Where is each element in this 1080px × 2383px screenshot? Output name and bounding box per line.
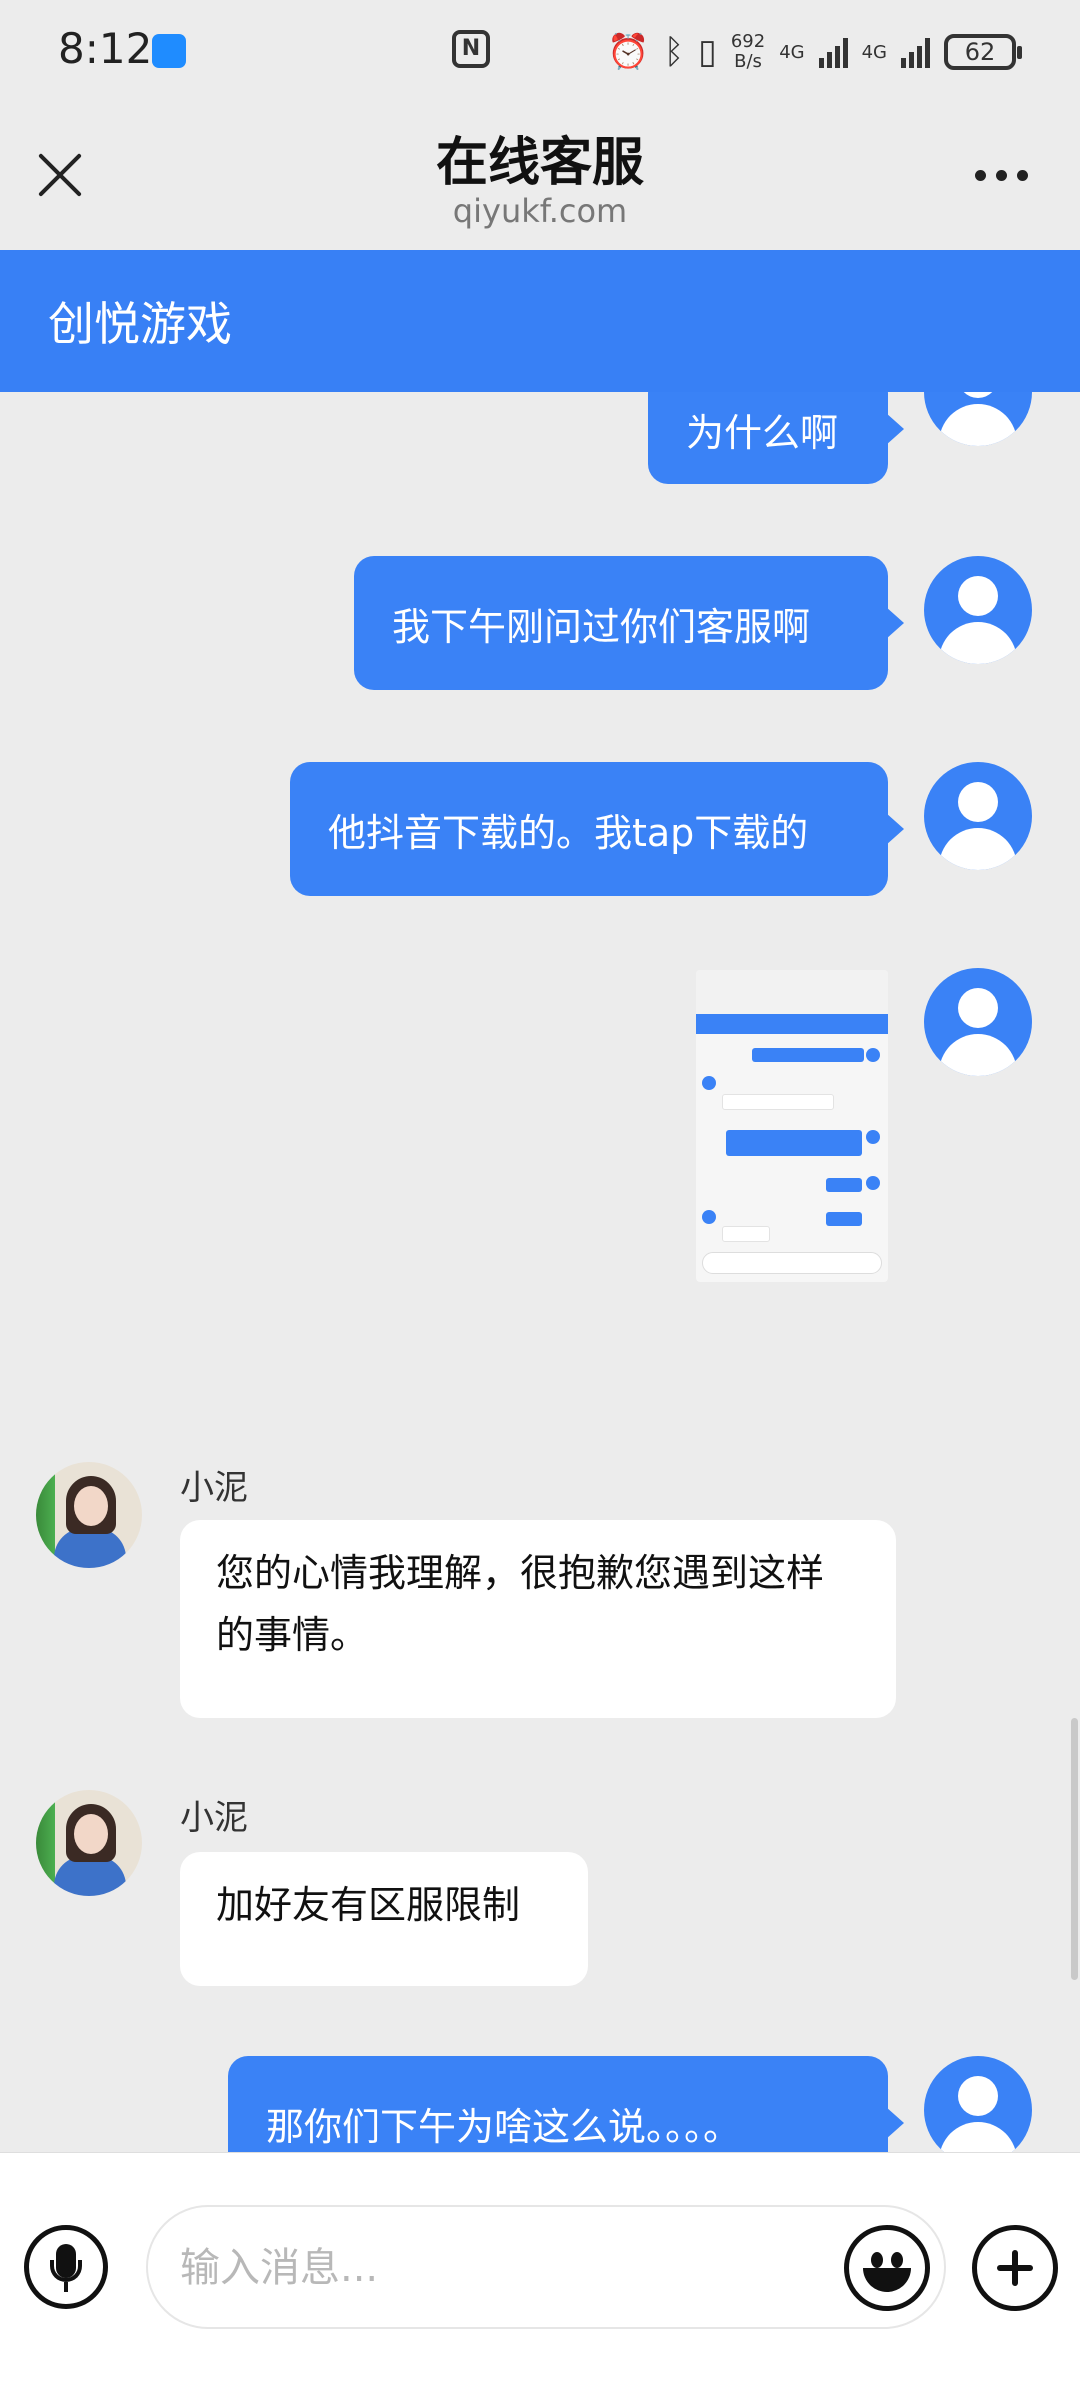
alarm-icon: ⏰ [607, 32, 650, 72]
network-speed-unit: B/s [734, 51, 762, 72]
status-bar: 8:12 N ⏰ ᛒ ▯ 692 B/s 4G 4G 62 [0, 0, 1080, 100]
microphone-icon[interactable] [24, 2225, 108, 2309]
message-input-field[interactable] [146, 2205, 946, 2329]
network-speed: 692 B/s [731, 32, 765, 72]
user-avatar [924, 556, 1032, 664]
status-icons: ⏰ ᛒ ▯ 692 B/s 4G 4G 62 [607, 24, 1022, 80]
user-avatar [924, 968, 1032, 1076]
more-icon[interactable] [975, 170, 1028, 181]
agent-name: 小泥 [180, 1468, 248, 1508]
agent-message-bubble[interactable]: 加好友有区服限制 [180, 1852, 588, 1986]
message-text: 我下午刚问过你们客服啊 [392, 604, 811, 649]
message-text: 那你们下午为啥这么说。。。。 [266, 2104, 742, 2149]
bluetooth-icon: ᛒ [663, 32, 685, 72]
battery-icon: 62 [944, 34, 1022, 70]
network-type-1: 4G [779, 41, 805, 63]
agent-name: 小泥 [180, 1798, 248, 1838]
image-message-thumbnail[interactable] [696, 970, 888, 1282]
message-text: 您的心情我理解，很抱歉您遇到这样的事情。 [216, 1551, 825, 1657]
chat-message-list[interactable]: 为什么啊 我下午刚问过你们客服啊 他抖音下载的。我tap下载的 小泥 您的心情我… [0, 392, 1080, 2152]
user-avatar [924, 762, 1032, 870]
battery-level: 62 [964, 38, 996, 66]
plus-icon[interactable] [972, 2225, 1058, 2311]
message-input-bar [0, 2152, 1080, 2383]
agent-avatar [36, 1790, 142, 1896]
signal-icon-2 [901, 36, 930, 68]
message-text: 为什么啊 [686, 410, 839, 455]
browser-nav-bar: 在线客服 qiyukf.com [0, 100, 1080, 250]
vibrate-icon: ▯ [698, 32, 717, 72]
chat-header: 创悦游戏 [0, 250, 1080, 392]
message-text: 他抖音下载的。我tap下载的 [328, 810, 809, 855]
user-avatar [924, 392, 1032, 446]
network-type-2: 4G [861, 41, 887, 63]
user-message-bubble[interactable]: 那你们下午为啥这么说。。。。 [228, 2056, 904, 2152]
scrollbar[interactable] [1071, 1718, 1078, 1980]
user-message-bubble[interactable]: 为什么啊 [648, 392, 904, 484]
message-input[interactable] [178, 2233, 762, 2303]
agent-message-bubble[interactable]: 您的心情我理解，很抱歉您遇到这样的事情。 [180, 1520, 896, 1718]
emoji-icon[interactable] [844, 2225, 930, 2311]
network-speed-value: 692 [730, 31, 766, 52]
user-message-bubble[interactable]: 他抖音下载的。我tap下载的 [290, 762, 904, 896]
agent-avatar [36, 1462, 142, 1568]
nfc-icon: N [452, 30, 490, 68]
message-text: 加好友有区服限制 [216, 1883, 521, 1927]
chat-header-title: 创悦游戏 [48, 297, 232, 351]
page-domain: qiyukf.com [452, 192, 628, 230]
status-time: 8:12 [58, 24, 153, 73]
user-message-bubble[interactable]: 我下午刚问过你们客服啊 [354, 556, 904, 690]
signal-icon [818, 36, 848, 68]
app-notification-icon [152, 34, 186, 68]
user-avatar [924, 2056, 1032, 2152]
page-title: 在线客服 [435, 133, 644, 193]
